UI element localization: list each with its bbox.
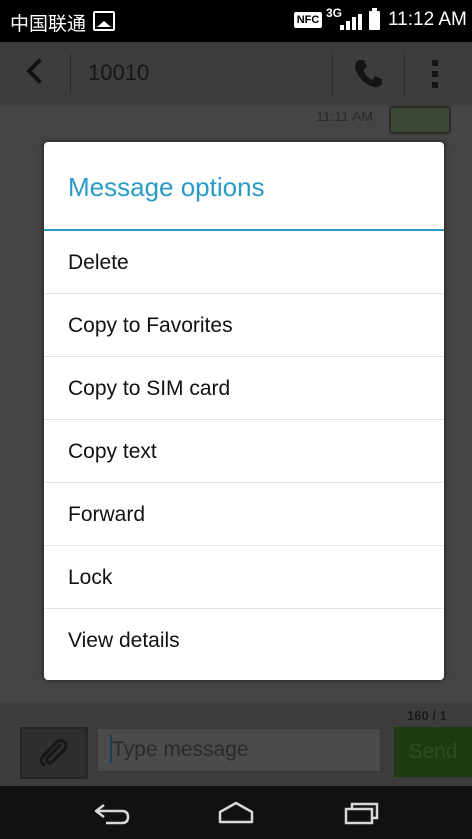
contact-title: 10010 xyxy=(88,60,150,85)
battery-icon xyxy=(369,8,380,30)
option-forward[interactable]: Forward xyxy=(44,483,444,546)
dialog-title: Message options xyxy=(68,172,265,202)
message-bubble[interactable] xyxy=(389,106,451,134)
option-copy-text[interactable]: Copy text xyxy=(44,420,444,483)
option-copy-to-sim-card[interactable]: Copy to SIM card xyxy=(44,357,444,420)
option-copy-to-favorites[interactable]: Copy to Favorites xyxy=(44,294,444,357)
message-options-dialog: Message options Delete Copy to Favorites… xyxy=(44,142,444,680)
navigation-bar xyxy=(0,786,472,839)
image-notification-icon xyxy=(93,11,115,31)
attach-button[interactable] xyxy=(20,727,88,779)
overflow-menu-icon[interactable] xyxy=(432,60,440,90)
header-divider xyxy=(404,54,405,94)
options-list: Delete Copy to Favorites Copy to SIM car… xyxy=(44,231,444,672)
paperclip-icon xyxy=(40,738,68,767)
chevron-left-icon[interactable] xyxy=(26,58,52,84)
nfc-icon: NFC xyxy=(294,12,322,28)
nav-back-icon[interactable] xyxy=(82,794,142,832)
status-bar: 中国联通 NFC 3G 11:12 AM xyxy=(0,0,472,42)
send-button[interactable]: Send xyxy=(394,727,472,777)
message-input[interactable] xyxy=(96,727,382,773)
option-view-details[interactable]: View details xyxy=(44,609,444,672)
clock: 11:12 AM xyxy=(388,9,467,30)
conversation-header: 10010 xyxy=(0,42,472,106)
nav-recents-icon[interactable] xyxy=(330,794,390,832)
signal-icon xyxy=(340,14,362,30)
text-cursor xyxy=(110,735,112,763)
message-timestamp: 11:11 AM xyxy=(316,108,374,124)
header-divider xyxy=(70,54,71,94)
carrier-label: 中国联通 xyxy=(10,13,87,35)
option-delete[interactable]: Delete xyxy=(44,231,444,294)
nav-home-icon[interactable] xyxy=(206,794,266,832)
phone-icon[interactable] xyxy=(350,56,386,92)
header-divider xyxy=(332,54,333,94)
compose-bar: 160 / 1 Send xyxy=(0,702,472,786)
char-counter: 160 / 1 xyxy=(407,708,447,723)
option-lock[interactable]: Lock xyxy=(44,546,444,609)
